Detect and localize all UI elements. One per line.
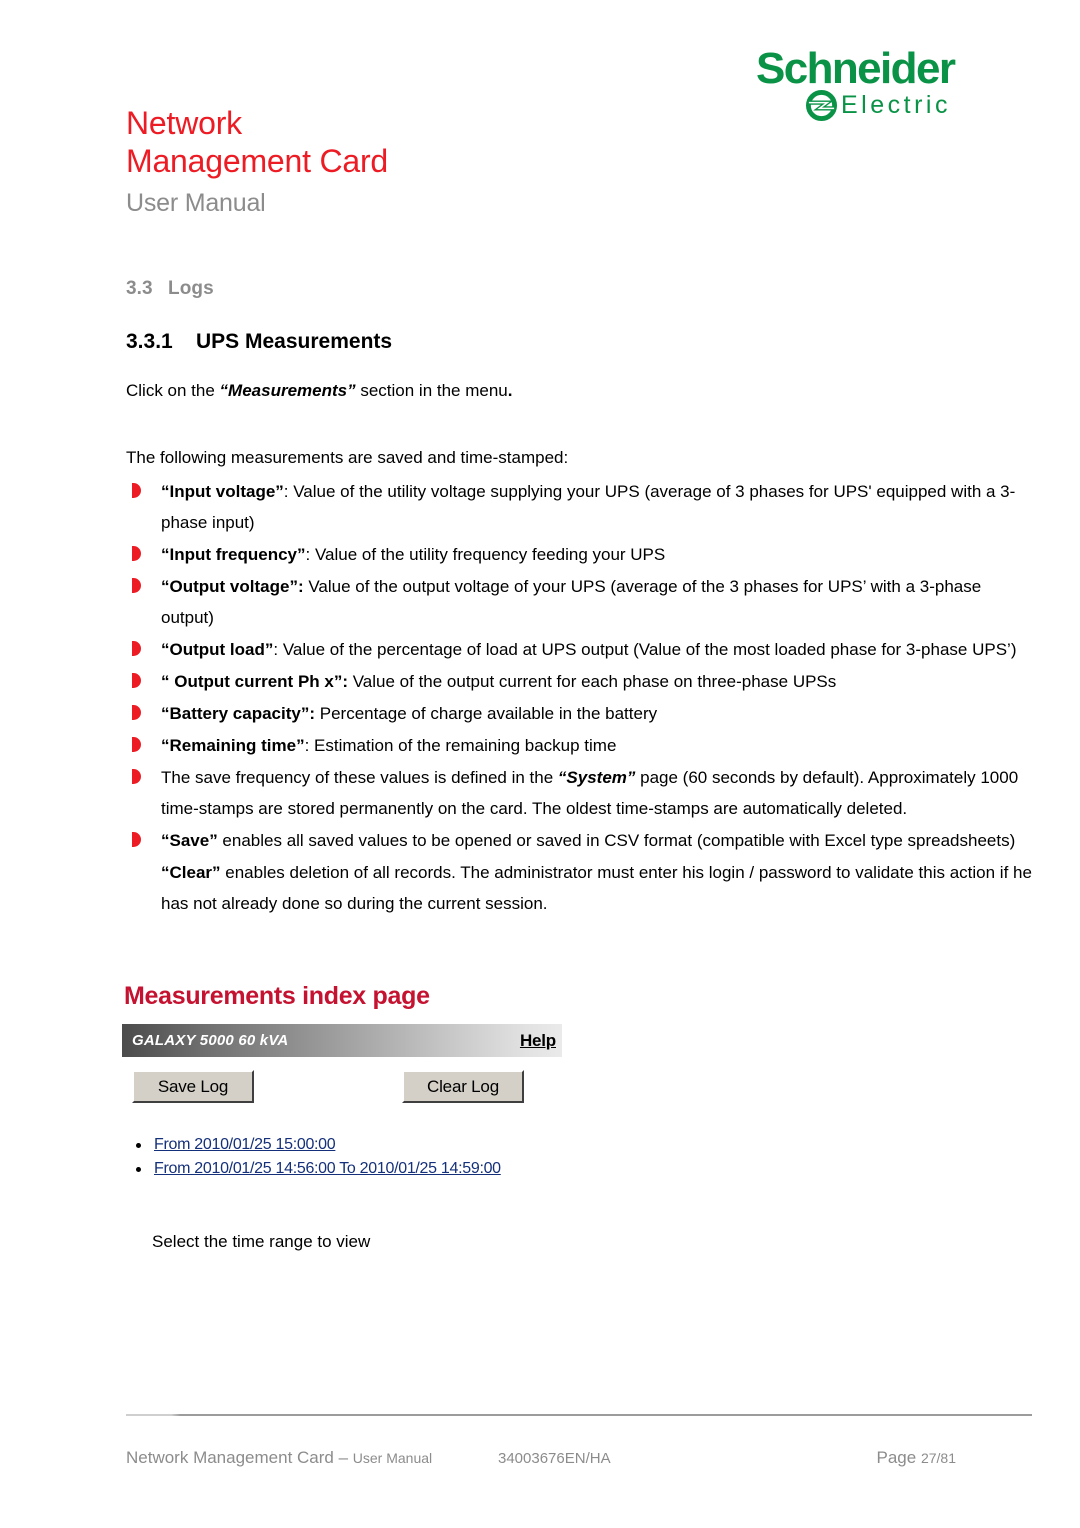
list-item: “Input voltage”: Value of the utility vo… xyxy=(126,476,1032,538)
bullet-term: “Output voltage”: xyxy=(161,577,304,596)
footer-right-main: Page xyxy=(876,1448,921,1467)
bullet-text: : Value of the percentage of load at UPS… xyxy=(273,640,1017,659)
page-header: Network Management Card User Manual Schn… xyxy=(0,0,1080,250)
click-period: . xyxy=(507,381,513,400)
bullet-term: “Battery capacity”: xyxy=(161,704,316,723)
arrow-bullet-icon xyxy=(132,641,141,656)
list-item: “Output load”: Value of the percentage o… xyxy=(126,634,1032,665)
bullet-dot-icon xyxy=(136,1143,141,1148)
footer-left-small: User Manual xyxy=(352,1450,433,1466)
bullet-term: “Input frequency” xyxy=(161,545,306,564)
section-heading-logs: 3.3 Logs xyxy=(126,278,1032,300)
clear-term: “Clear” xyxy=(161,863,221,882)
subsection-heading-ups-measurements: 3.3.1 UPS Measurements xyxy=(126,330,1032,354)
bullet-term: “Remaining time” xyxy=(161,736,305,755)
system-bullet-emphasis: “System” xyxy=(557,768,636,787)
list-item: “Output voltage”: Value of the output vo… xyxy=(126,571,1032,633)
embedded-screenshot: Measurements index page GALAXY 5000 60 k… xyxy=(120,982,572,1182)
time-range-link[interactable]: From 2010/01/25 14:56:00 To 2010/01/25 1… xyxy=(154,1160,501,1177)
screenshot-page-title: Measurements index page xyxy=(124,982,430,1010)
footer-right-small: 27/81 xyxy=(920,1450,956,1466)
click-suffix: section in the menu xyxy=(355,381,508,400)
screenshot-header-bar: GALAXY 5000 60 kVA Help xyxy=(122,1024,562,1057)
section-label: Logs xyxy=(168,278,214,299)
bullet-text: : Value of the utility frequency feeding… xyxy=(305,545,666,564)
document-title: Network Management Card User Manual xyxy=(126,104,388,222)
bullet-text: Percentage of charge available in the ba… xyxy=(315,704,658,723)
time-range-link[interactable]: From 2010/01/25 15:00:00 xyxy=(154,1136,336,1153)
arrow-bullet-icon xyxy=(132,737,141,752)
measurements-bullet-list: “Input voltage”: Value of the utility vo… xyxy=(126,476,1032,919)
time-range-link-list: From 2010/01/25 15:00:00 From 2010/01/25… xyxy=(120,1134,572,1180)
bullet-text: : Estimation of the remaining backup tim… xyxy=(304,736,617,755)
section-number: 3.3 xyxy=(126,278,153,299)
footer-page-number: Page 27/81 xyxy=(877,1448,956,1468)
bullet-text: : Value of the utility voltage supplying… xyxy=(161,482,1016,532)
click-emphasis: “Measurements” xyxy=(219,381,356,400)
subsection-number: 3.3.1 xyxy=(126,330,173,353)
list-item: “ Output current Ph x”: Value of the out… xyxy=(126,666,1032,697)
bullet-text: Value of the output current for each pha… xyxy=(348,672,837,691)
clear-log-button[interactable]: Clear Log xyxy=(402,1070,524,1103)
bullet-term: “Output load” xyxy=(161,640,274,659)
document-page: Network Management Card User Manual Schn… xyxy=(0,0,1080,1528)
logo-bottom-row: Electric xyxy=(806,90,951,121)
list-item: From 2010/01/25 14:56:00 To 2010/01/25 1… xyxy=(120,1158,572,1180)
list-item: “Battery capacity”: Percentage of charge… xyxy=(126,698,1032,729)
clear-text: enables deletion of all records. The adm… xyxy=(161,863,1032,913)
click-prefix: Click on the xyxy=(126,381,220,400)
subsection-label: UPS Measurements xyxy=(196,330,393,353)
list-item: “Remaining time”: Estimation of the rema… xyxy=(126,730,1032,761)
arrow-bullet-icon xyxy=(132,705,141,720)
figure-caption: Select the time range to view xyxy=(152,1232,371,1251)
footer-document-name: Network Management Card – User Manual xyxy=(126,1448,432,1468)
save-bullet-term: “Save” xyxy=(161,831,218,850)
footer-divider xyxy=(126,1414,1032,1416)
screenshot-button-row: Save Log Clear Log xyxy=(122,1070,572,1116)
list-item: From 2010/01/25 15:00:00 xyxy=(120,1134,572,1156)
document-subtitle: User Manual xyxy=(126,189,266,217)
footer-left-dash: – xyxy=(333,1448,353,1467)
document-title-line1: Network xyxy=(126,105,242,141)
arrow-bullet-icon xyxy=(132,769,141,784)
save-bullet-text: enables all saved values to be opened or… xyxy=(217,831,1016,850)
system-bullet-pre: The save frequency of these values is de… xyxy=(161,768,558,787)
arrow-bullet-icon xyxy=(132,546,141,561)
ups-model-label: GALAXY 5000 60 kVA xyxy=(132,1032,289,1049)
click-instruction-paragraph: Click on the “Measurements” section in t… xyxy=(126,376,1032,405)
arrow-bullet-icon xyxy=(132,673,141,688)
help-link[interactable]: Help xyxy=(520,1031,556,1051)
footer-document-code: 34003676EN/HA xyxy=(498,1450,611,1467)
footer-left-main: Network Management Card xyxy=(126,1448,334,1467)
bullet-term: “ Output current Ph x”: xyxy=(161,672,348,691)
clear-paragraph: “Clear” enables deletion of all records.… xyxy=(126,857,1032,919)
save-log-button[interactable]: Save Log xyxy=(132,1070,254,1103)
list-item-save: “Save” enables all saved values to be op… xyxy=(126,825,1032,856)
bullet-term: “Input voltage” xyxy=(161,482,284,501)
schneider-lightning-icon xyxy=(806,90,837,121)
intro-paragraph: The following measurements are saved and… xyxy=(126,448,569,467)
arrow-bullet-icon xyxy=(132,483,141,498)
arrow-bullet-icon xyxy=(132,832,141,847)
schneider-electric-logo: Schneider Electric xyxy=(748,46,998,126)
main-content: 3.3 Logs 3.3.1 UPS Measurements Click on t… xyxy=(126,278,1032,920)
page-footer: Network Management Card – User Manual 34… xyxy=(0,1408,1080,1528)
logo-wordmark: Schneider xyxy=(756,44,956,93)
document-title-line2: Management Card xyxy=(126,143,389,179)
list-item-save-frequency: The save frequency of these values is de… xyxy=(126,762,1032,824)
logo-subword: Electric xyxy=(841,91,951,119)
list-item: “Input frequency”: Value of the utility … xyxy=(126,539,1032,570)
bullet-dot-icon xyxy=(136,1167,141,1172)
arrow-bullet-icon xyxy=(132,578,141,593)
